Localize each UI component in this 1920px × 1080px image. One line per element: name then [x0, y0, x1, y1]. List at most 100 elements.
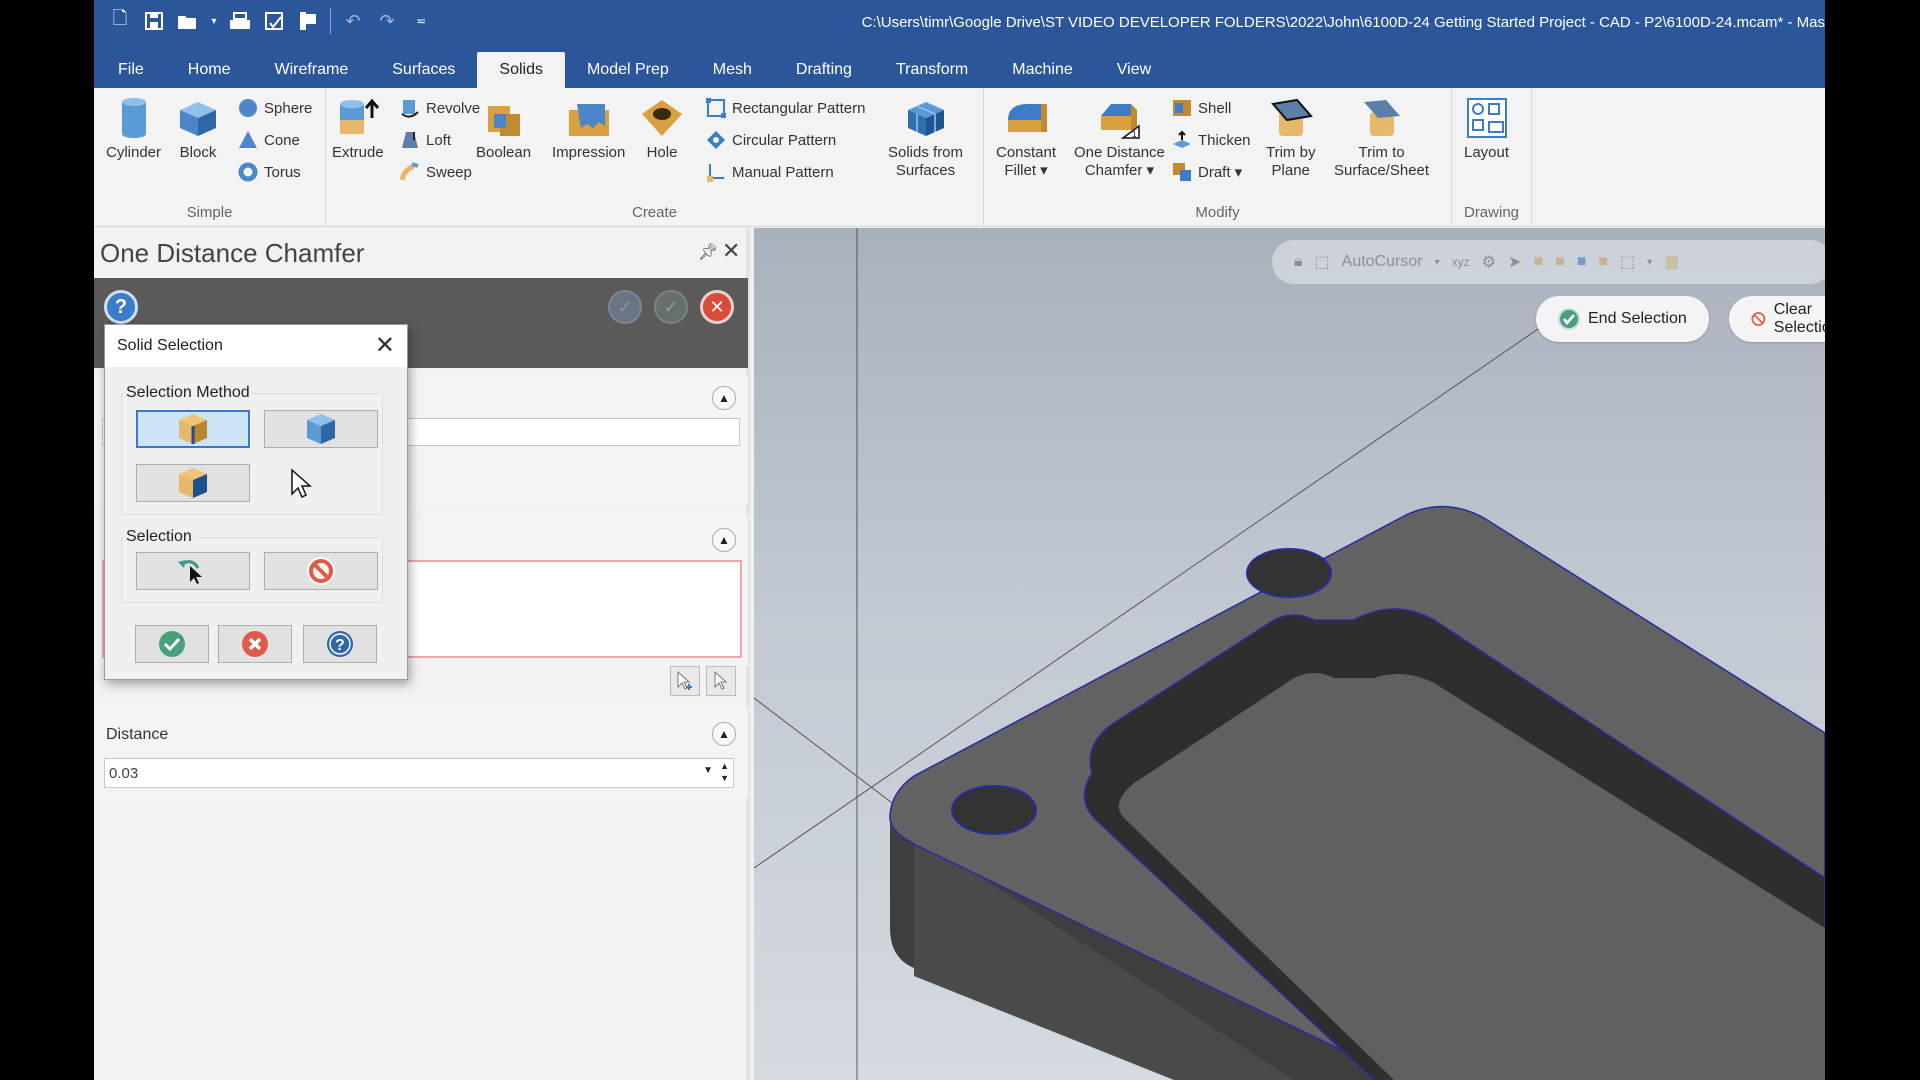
revolve-button[interactable]: Revolve	[400, 98, 480, 118]
select-edge-button[interactable]	[136, 410, 250, 448]
circular-pattern-button[interactable]: Circular Pattern	[706, 130, 836, 150]
tab-transform[interactable]: Transform	[874, 52, 990, 88]
lock-icon[interactable]: 🔒︎	[1294, 253, 1303, 271]
extrude-button[interactable]: Extrude	[332, 96, 384, 162]
solid-body-mode-icon[interactable]: ■	[1577, 253, 1587, 271]
dialog-help-button[interactable]: ?	[303, 625, 377, 663]
sphere-button[interactable]: Sphere	[238, 98, 312, 118]
tab-machine[interactable]: Machine	[990, 52, 1094, 88]
open-icon[interactable]	[176, 9, 200, 33]
solid-back-mode-icon[interactable]: ■	[1598, 253, 1608, 271]
print-icon[interactable]	[228, 9, 252, 33]
tab-view[interactable]: View	[1095, 52, 1173, 88]
dialog-ok-button[interactable]	[135, 625, 209, 663]
more-chevron-icon[interactable]: ▾	[1647, 257, 1652, 268]
cone-button[interactable]: Cone	[238, 130, 300, 150]
distance-spinner-icon[interactable]: ▲ ▼	[720, 760, 729, 784]
rectangular-pattern-button[interactable]: Rectangular Pattern	[706, 98, 865, 118]
impression-icon	[568, 104, 609, 136]
select-body-button[interactable]	[264, 410, 378, 448]
pin-icon[interactable]: 📌︎	[698, 242, 718, 262]
tab-drafting[interactable]: Drafting	[774, 52, 874, 88]
export-icon[interactable]	[296, 9, 320, 33]
solid-face-mode-icon[interactable]: ■	[1555, 253, 1565, 271]
select-face-button[interactable]	[136, 464, 250, 502]
collapse-chevron-icon[interactable]: ▲	[712, 528, 736, 552]
dialog-cancel-button[interactable]	[218, 625, 292, 663]
xyz-icon[interactable]: xyz	[1452, 255, 1470, 269]
distance-dropdown-icon[interactable]: ▼	[703, 765, 713, 776]
graphics-viewport[interactable]: 🔒︎ ⬚ AutoCursor ▾ xyz ⚙︎ ➤ ■ ■ ■ ■ ⬚ ▾ ▦…	[754, 228, 1825, 1080]
constant-fillet-button[interactable]: Constant Fillet ▾	[996, 96, 1056, 180]
thicken-button[interactable]: Thicken	[1172, 130, 1251, 150]
sweep-button[interactable]: Sweep	[400, 162, 472, 182]
customize-qat-icon[interactable]: ≂	[409, 9, 433, 33]
reselect-entities-button[interactable]	[136, 552, 250, 590]
collapse-chevron-icon[interactable]: ▲	[712, 386, 736, 410]
group-drawing: Layout Drawing	[1452, 88, 1532, 227]
save-icon[interactable]	[142, 9, 166, 33]
extrude-icon	[339, 98, 379, 134]
autocursor-chevron-icon[interactable]: ▾	[1435, 257, 1440, 268]
thicken-icon	[1173, 130, 1191, 148]
dialog-close-icon[interactable]: ✕	[375, 331, 395, 360]
draft-button[interactable]: Draft ▾	[1172, 162, 1242, 182]
tab-model-prep[interactable]: Model Prep	[565, 52, 691, 88]
sphere-icon	[239, 99, 257, 117]
clear-selection-dialog-button[interactable]	[264, 552, 378, 590]
undo-icon[interactable]: ↶	[341, 9, 365, 33]
tab-solids[interactable]: Solids	[477, 52, 565, 88]
add-selection-button[interactable]	[670, 666, 700, 696]
help-icon[interactable]: ?	[104, 290, 138, 324]
ok-and-create-new-icon[interactable]: ✓	[608, 290, 642, 324]
verify-icon[interactable]: ⬚	[1620, 252, 1635, 272]
new-file-icon[interactable]: 🗋	[108, 8, 132, 33]
window-title: C:\Users\timr\Google Drive\ST VIDEO DEVE…	[861, 14, 1825, 31]
no-entry-icon	[307, 557, 335, 585]
solids-from-surfaces-icon	[907, 102, 944, 136]
tab-file[interactable]: File	[96, 52, 166, 88]
group-modify: Constant Fillet ▾ 1 One Distance Chamfer…	[984, 88, 1452, 227]
trim-to-surface-button[interactable]: Trim to Surface/Sheet	[1334, 96, 1429, 180]
reselect-button[interactable]	[706, 666, 736, 696]
torus-button[interactable]: Torus	[238, 162, 301, 182]
manual-pattern-button[interactable]: Manual Pattern	[706, 162, 834, 182]
boolean-button[interactable]: Boolean	[476, 96, 531, 162]
select-icon[interactable]: ➤	[1508, 252, 1521, 272]
hole-button[interactable]: Hole	[640, 96, 684, 162]
impression-button[interactable]: Impression	[552, 96, 625, 162]
cylinder-button[interactable]: Cylinder	[106, 96, 161, 162]
window-select-icon[interactable]: ▦	[1664, 252, 1679, 272]
solid-mode-icon[interactable]: ■	[1533, 253, 1543, 271]
undo-select-icon	[178, 560, 202, 584]
trim-by-plane-button[interactable]: Trim by Plane	[1266, 96, 1315, 180]
solids-from-surfaces-button[interactable]: Solids from Surfaces	[888, 96, 963, 180]
ok-icon[interactable]: ✓	[654, 290, 688, 324]
end-selection-button[interactable]: End Selection	[1536, 296, 1709, 342]
collapse-chevron-icon[interactable]: ▲	[712, 722, 736, 746]
panel-title: One Distance Chamfer	[100, 238, 365, 268]
ribbon: Cylinder Block Sphere Cone Torus Simple	[94, 88, 1825, 227]
point-icon[interactable]: ⚙︎	[1482, 252, 1496, 272]
trim-by-plane-icon	[1270, 98, 1313, 136]
clear-selection-button[interactable]: Clear Selection	[1729, 296, 1825, 342]
one-distance-chamfer-button[interactable]: 1 One Distance Chamfer ▾	[1074, 96, 1165, 180]
save-as-icon[interactable]	[262, 9, 286, 33]
group-label-drawing: Drawing	[1463, 204, 1520, 221]
tab-surfaces[interactable]: Surfaces	[370, 52, 477, 88]
selection-label: Selection	[124, 528, 194, 546]
autocursor-icon[interactable]: ⬚	[1315, 252, 1330, 272]
layout-button[interactable]: Layout	[1464, 96, 1509, 162]
autocursor-dropdown[interactable]: AutoCursor	[1342, 253, 1423, 271]
tab-mesh[interactable]: Mesh	[691, 52, 774, 88]
tab-home[interactable]: Home	[166, 52, 253, 88]
open-dropdown-icon[interactable]: ▾	[210, 9, 218, 33]
tab-wireframe[interactable]: Wireframe	[252, 52, 370, 88]
panel-close-icon[interactable]: ✕	[722, 238, 740, 264]
block-button[interactable]: Block	[176, 96, 220, 162]
cancel-icon[interactable]: ✕	[700, 290, 734, 324]
distance-input[interactable]: 0.03 ▼ ▲ ▼	[104, 758, 734, 788]
loft-button[interactable]: Loft	[400, 130, 451, 150]
shell-button[interactable]: Shell	[1172, 98, 1231, 118]
redo-icon[interactable]: ↷	[375, 9, 399, 33]
